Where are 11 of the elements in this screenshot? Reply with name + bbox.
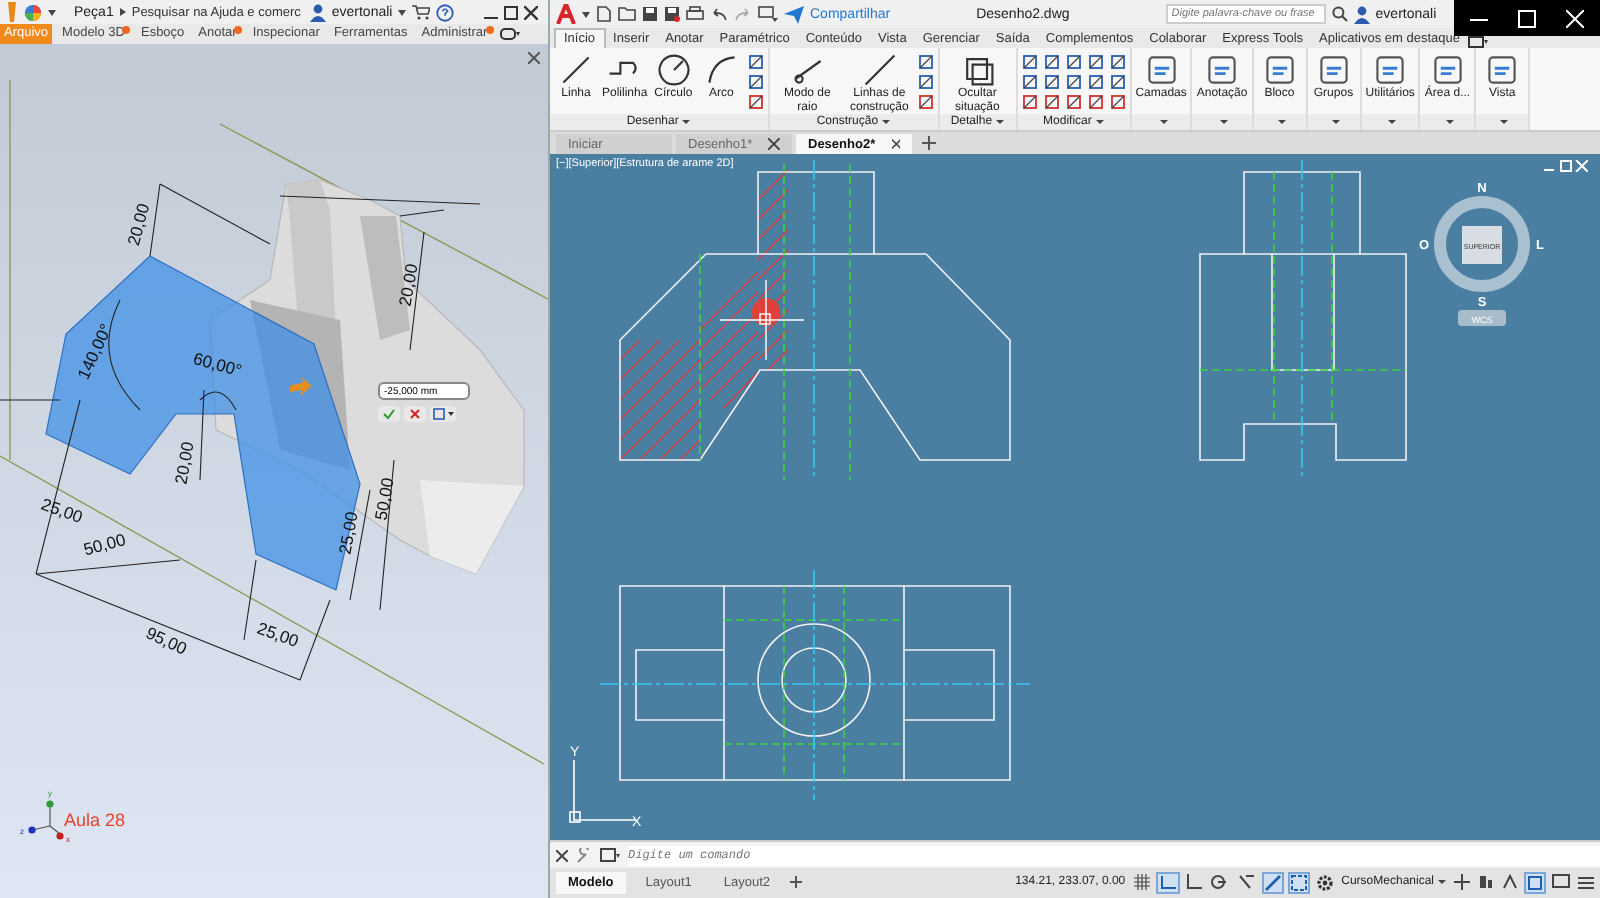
- dimension-value: 20,00: [394, 262, 422, 308]
- dimension-value: 60,00°: [191, 348, 244, 381]
- dimension-value: 20,00: [170, 440, 198, 486]
- dimension-value: 20,00: [123, 201, 154, 248]
- dimension-value: 25,00: [38, 493, 86, 528]
- dimension-value: 50,00: [81, 529, 128, 560]
- lesson-caption: Aula 28: [64, 810, 126, 830]
- dimension-value: 25,00: [334, 510, 362, 556]
- dimension-value: 25,00: [254, 617, 302, 652]
- dimension-value: 95,00: [143, 622, 191, 659]
- dimension-value: 50,00: [370, 476, 398, 522]
